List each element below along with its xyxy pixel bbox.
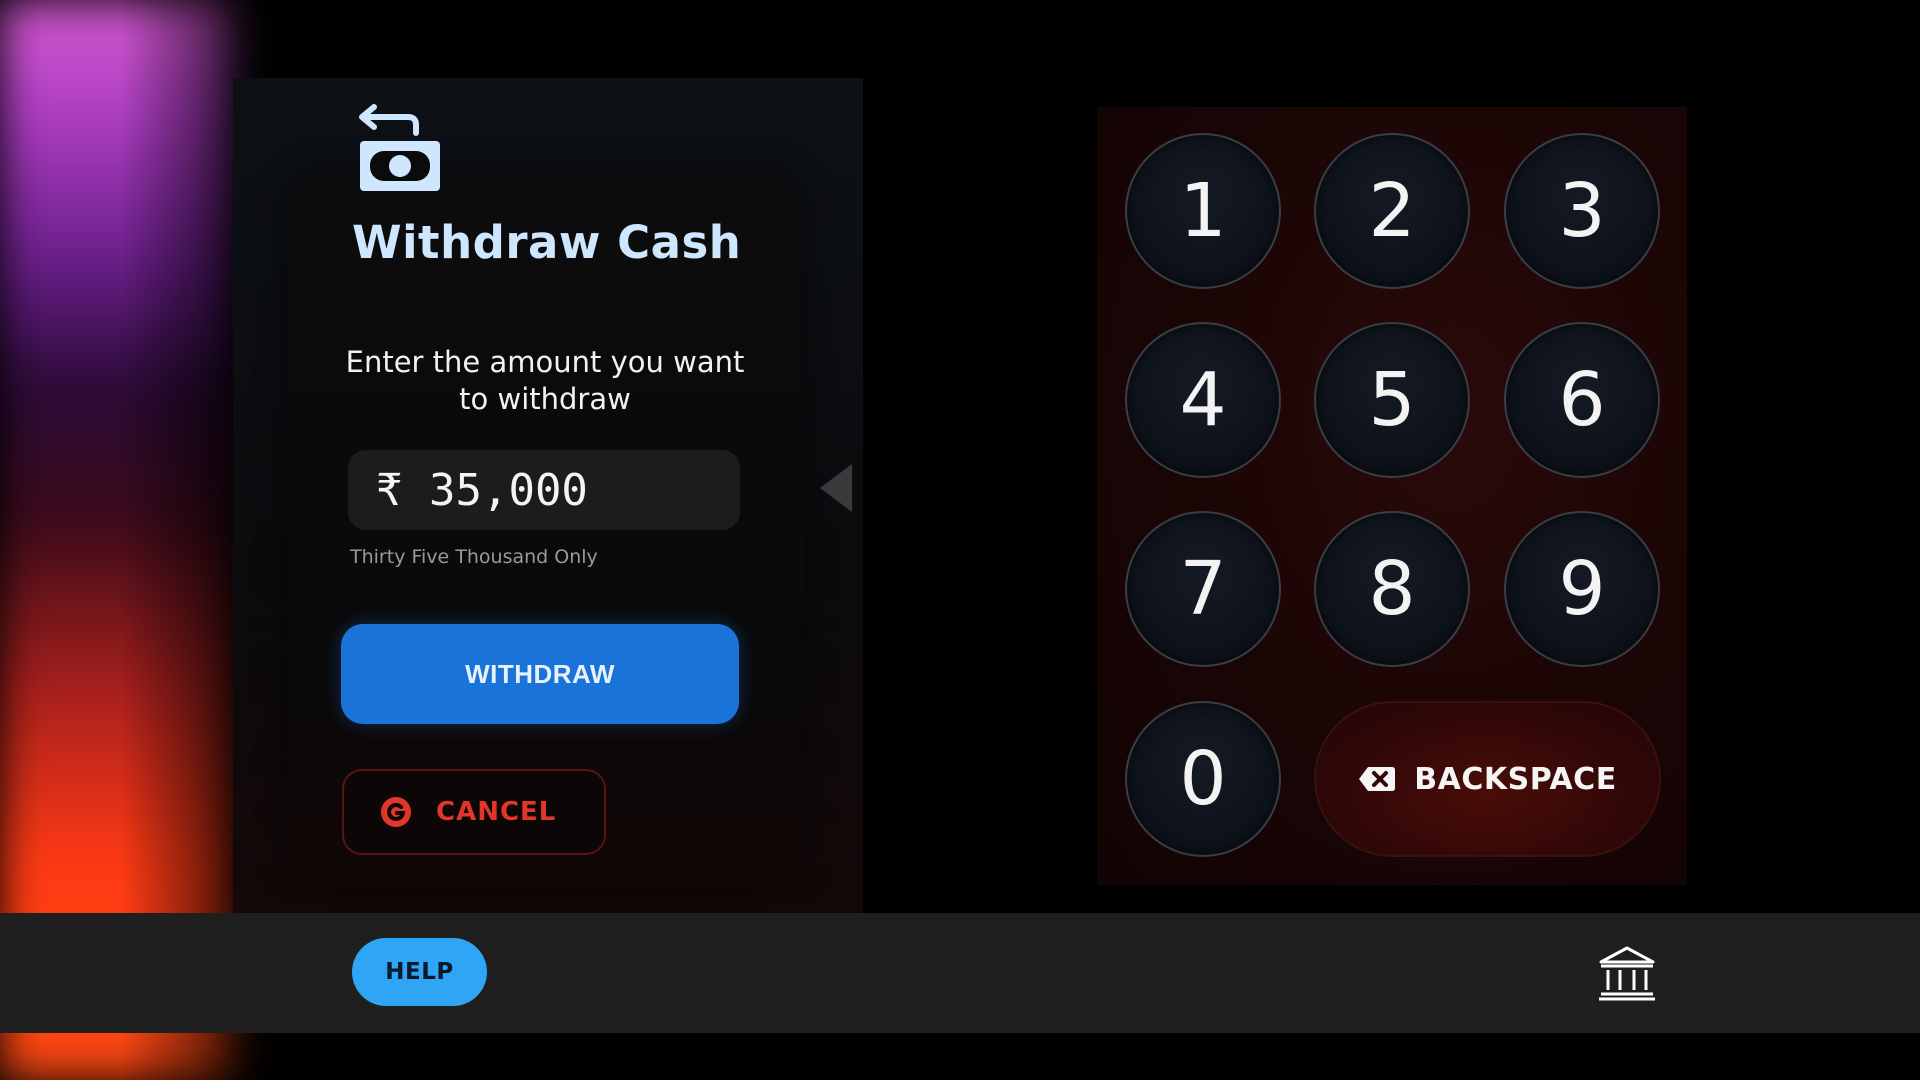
key-1[interactable]: 1 [1125, 133, 1281, 289]
page-title: Withdraw Cash [352, 216, 742, 269]
bank-icon[interactable] [1597, 942, 1657, 1002]
withdraw-button[interactable]: WITHDRAW [341, 624, 739, 724]
key-5[interactable]: 5 [1314, 322, 1470, 478]
key-0[interactable]: 0 [1125, 701, 1281, 857]
backspace-label: BACKSPACE [1414, 761, 1617, 797]
key-2[interactable]: 2 [1314, 133, 1470, 289]
key-9[interactable]: 9 [1504, 511, 1660, 667]
key-4[interactable]: 4 [1125, 322, 1281, 478]
key-8[interactable]: 8 [1314, 511, 1470, 667]
amount-prompt: Enter the amount you want to withdraw [345, 345, 745, 416]
key-6[interactable]: 6 [1504, 322, 1660, 478]
cancel-button[interactable]: CANCEL [342, 769, 606, 855]
cancel-label: CANCEL [436, 797, 557, 827]
key-7[interactable]: 7 [1125, 511, 1281, 667]
cash-withdraw-icon [359, 104, 440, 191]
help-button[interactable]: HELP [352, 938, 487, 1006]
amount-value: ₹ 35,000 [376, 464, 588, 516]
backspace-button[interactable]: BACKSPACE [1314, 701, 1661, 857]
arrow-left-icon [820, 464, 852, 512]
amount-in-words: Thirty Five Thousand Only [350, 546, 598, 568]
key-3[interactable]: 3 [1504, 133, 1660, 289]
cancel-icon [381, 797, 411, 827]
backspace-icon [1359, 767, 1396, 791]
amount-input[interactable]: ₹ 35,000 [348, 450, 740, 530]
